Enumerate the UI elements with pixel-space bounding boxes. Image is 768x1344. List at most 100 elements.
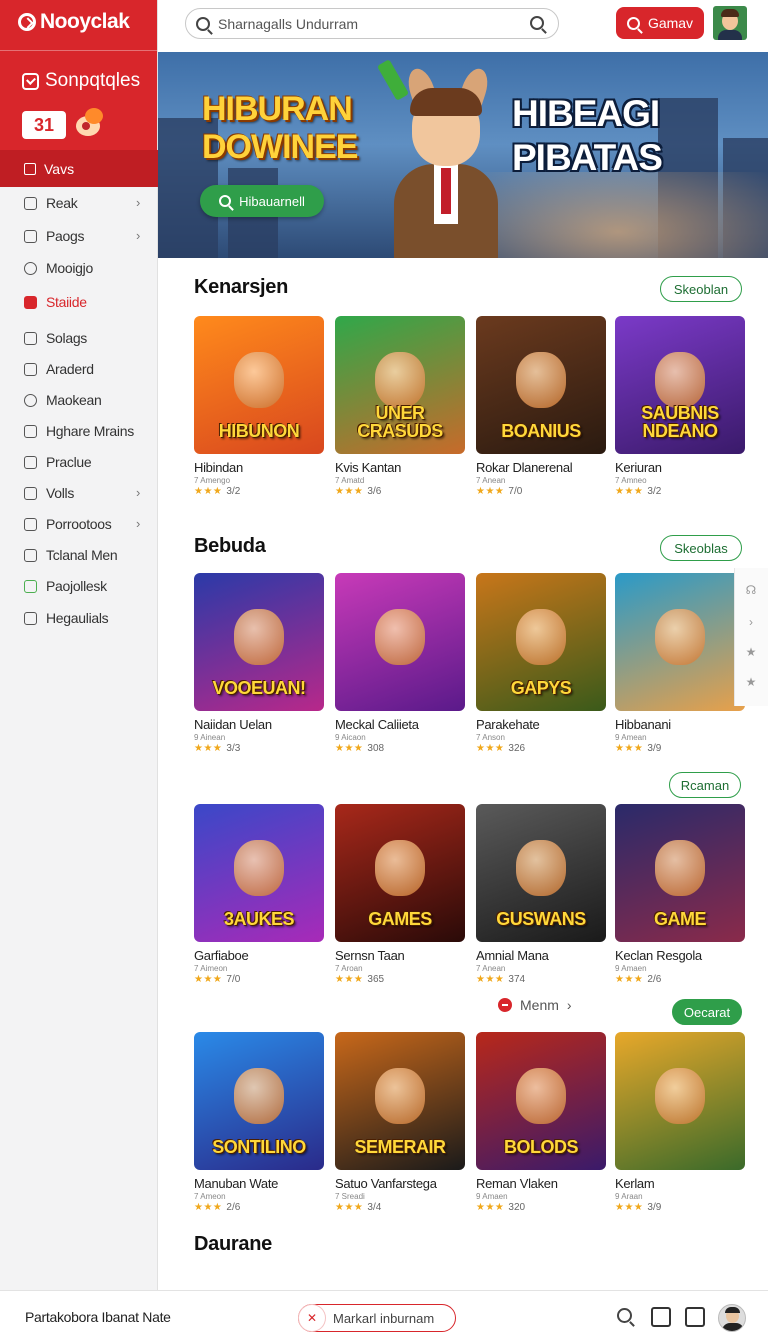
game-subtitle: 7 Aroan <box>335 964 363 973</box>
game-title[interactable]: Meckal Caliieta <box>335 717 465 732</box>
game-title[interactable]: Naiidan Uelan <box>194 717 324 732</box>
game-character-art <box>375 1068 425 1124</box>
search-input[interactable]: Sharnagalls Undurram <box>185 8 559 39</box>
game-thumbnail[interactable] <box>335 573 465 711</box>
game-thumbnail[interactable]: UNER CRASUDS <box>335 316 465 454</box>
game-character-art <box>516 1068 566 1124</box>
game-thumbnail[interactable]: SEMERAIR <box>335 1032 465 1170</box>
game-thumbnail[interactable]: BOLODS <box>476 1032 606 1170</box>
sidebar-item-label: Hegaulials <box>46 610 109 626</box>
section-see-all-button[interactable]: Skeoblas <box>660 535 742 561</box>
game-thumbnail[interactable]: SAUBNIS NDEANO <box>615 316 745 454</box>
game-title[interactable]: Parakehate <box>476 717 606 732</box>
game-thumbnail[interactable]: SONTILINO <box>194 1032 324 1170</box>
game-card[interactable]: BOANIUS Rokar Dlanerenal 7 Anean ★★★ 7/0 <box>476 316 606 497</box>
gift-icon[interactable] <box>72 108 106 138</box>
game-title[interactable]: Hibbanani <box>615 717 745 732</box>
bottom-search-input[interactable]: ✕ Markarl inburnam <box>298 1304 456 1332</box>
game-title[interactable]: Sernsn Taan <box>335 948 465 963</box>
bottom-avatar[interactable] <box>718 1304 746 1332</box>
sidebar-item[interactable]: Porrootoos › <box>0 510 158 538</box>
sidebar-item[interactable]: Paojollesk <box>0 572 158 600</box>
game-title[interactable]: Reman Vlaken <box>476 1176 606 1191</box>
game-card[interactable]: UNER CRASUDS Kvis Kantan 7 Amatd ★★★ 3/6 <box>335 316 465 497</box>
game-title[interactable]: Satuo Vanfarstega <box>335 1176 465 1191</box>
game-title[interactable]: Amnial Mana <box>476 948 606 963</box>
chevron-right-icon[interactable]: › <box>745 616 757 628</box>
sidebar-item[interactable]: Reak › <box>0 189 158 217</box>
sidebar-item-label: Araderd <box>46 361 94 377</box>
sidebar-section-title[interactable]: Sonpqtqles <box>22 70 140 92</box>
game-title[interactable]: Kerlam <box>615 1176 745 1191</box>
game-thumbnail[interactable]: GAMES <box>335 804 465 942</box>
sidebar-item[interactable]: Hghare Mrains <box>0 417 158 445</box>
calendar-badge[interactable]: 31 <box>22 111 66 139</box>
game-card[interactable]: VOOEUAN! Naiidan Uelan 9 Ainean ★★★ 3/3 <box>194 573 324 754</box>
sidebar-item[interactable]: Staiide <box>0 288 158 316</box>
game-card[interactable]: Hibbanani 9 Amean ★★★ 3/9 <box>615 573 745 754</box>
game-card[interactable]: SAUBNIS NDEANO Keriuran 7 Amneo ★★★ 3/2 <box>615 316 745 497</box>
sidebar-item[interactable]: Maokean <box>0 386 158 414</box>
section-see-all-button[interactable]: Rcaman <box>669 772 741 798</box>
game-card[interactable]: GAME Keclan Resgola 9 Amaen ★★★ 2/6 <box>615 804 745 985</box>
section-see-all-button[interactable]: Oecarat <box>672 999 742 1025</box>
game-card[interactable]: 3AUKES Garfiaboe 7 Aimeon ★★★ 7/0 <box>194 804 324 985</box>
hero-banner[interactable]: HIBURAN DOWINEE HIBEAGI PIBATAS Hibauarn… <box>158 52 768 258</box>
sidebar-item[interactable]: Volls › <box>0 479 158 507</box>
game-thumbnail[interactable]: GAPYS <box>476 573 606 711</box>
game-title[interactable]: Kvis Kantan <box>335 460 465 475</box>
sidebar-item[interactable]: Praclue <box>0 448 158 476</box>
search-icon[interactable] <box>616 1307 636 1327</box>
section-see-all-button[interactable]: Skeoblan <box>660 276 742 302</box>
user-avatar[interactable] <box>713 6 747 40</box>
sidebar-item[interactable]: Solags <box>0 324 158 352</box>
game-character-art <box>655 352 705 408</box>
game-thumbnail[interactable]: GAME <box>615 804 745 942</box>
game-title[interactable]: Keriuran <box>615 460 745 475</box>
share-icon[interactable] <box>685 1307 705 1327</box>
game-thumbnail[interactable] <box>615 573 745 711</box>
doc-icon <box>24 486 37 500</box>
game-card[interactable]: Meckal Caliieta 9 Aicaon ★★★ 308 <box>335 573 465 754</box>
game-title[interactable]: Garfiaboe <box>194 948 324 963</box>
sidebar-item-label: Mooigjo <box>46 260 93 276</box>
game-title[interactable]: Hibindan <box>194 460 324 475</box>
game-card[interactable]: GAPYS Parakehate 7 Anson ★★★ 326 <box>476 573 606 754</box>
game-thumbnail[interactable]: 3AUKES <box>194 804 324 942</box>
game-title[interactable]: Rokar Dlanerenal <box>476 460 606 475</box>
star-icon[interactable]: ★ <box>745 646 757 658</box>
sidebar-item[interactable]: Araderd <box>0 355 158 383</box>
game-thumbnail[interactable]: GUSWANS <box>476 804 606 942</box>
brand-logo[interactable]: Nooyclak <box>18 10 130 34</box>
game-thumbnail[interactable]: VOOEUAN! <box>194 573 324 711</box>
game-card[interactable]: Kerlam 9 Araan ★★★ 3/9 <box>615 1032 745 1213</box>
game-thumbnail[interactable]: BOANIUS <box>476 316 606 454</box>
game-title[interactable]: Manuban Wate <box>194 1176 324 1191</box>
image-icon[interactable] <box>651 1307 671 1327</box>
sidebar-item[interactable]: Paogs › <box>0 222 158 250</box>
headset-icon[interactable]: ☊ <box>745 584 757 596</box>
more-link[interactable]: Menm › <box>498 997 572 1013</box>
star-icon[interactable]: ★ <box>745 676 757 688</box>
game-subtitle: 9 Amean <box>615 733 647 742</box>
game-thumbnail[interactable]: HIBUNON <box>194 316 324 454</box>
game-thumbnail[interactable] <box>615 1032 745 1170</box>
banner-cta-button[interactable]: Hibauarnell <box>200 185 324 217</box>
game-card[interactable]: HIBUNON Hibindan 7 Amengo ★★★ 3/2 <box>194 316 324 497</box>
game-card[interactable]: SONTILINO Manuban Wate 7 Ameon ★★★ 2/6 <box>194 1032 324 1213</box>
sidebar-item[interactable]: Mooigjo <box>0 254 158 282</box>
section-title-text: Sonpqtqles <box>45 70 141 91</box>
star-rating-icon: ★★★ <box>615 974 644 985</box>
sidebar-item[interactable]: Hegaulials <box>0 604 158 632</box>
game-card[interactable]: SEMERAIR Satuo Vanfarstega 7 Sreadi ★★★ 3/4 <box>335 1032 465 1213</box>
sidebar-item[interactable]: Tclanal Men <box>0 541 158 569</box>
game-card[interactable]: GUSWANS Amnial Mana 7 Anean ★★★ 374 <box>476 804 606 985</box>
game-button[interactable]: Gamav <box>616 7 704 39</box>
game-card[interactable]: BOLODS Reman Vlaken 9 Amaen ★★★ 320 <box>476 1032 606 1213</box>
search-submit-icon[interactable] <box>530 16 544 30</box>
game-title[interactable]: Keclan Resgola <box>615 948 745 963</box>
game-card[interactable]: GAMES Sernsn Taan 7 Aroan ★★★ 365 <box>335 804 465 985</box>
close-icon[interactable]: ✕ <box>299 1305 325 1331</box>
game-rating: ★★★ 308 <box>335 743 465 754</box>
sidebar-item-active[interactable]: Vavs <box>0 150 158 187</box>
